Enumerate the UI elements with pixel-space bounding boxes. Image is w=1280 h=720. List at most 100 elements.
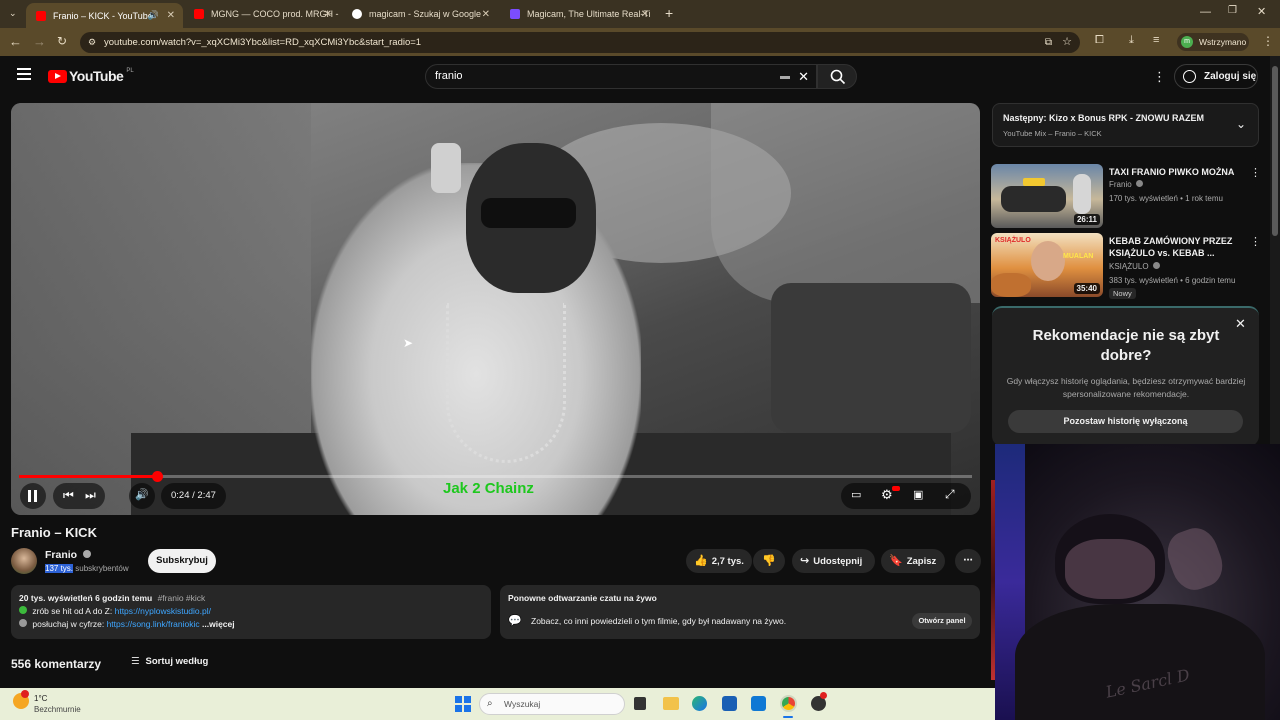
scrollbar-thumb[interactable] xyxy=(1272,66,1278,236)
clear-search-icon[interactable]: ✕ xyxy=(798,65,809,88)
subtitles-icon[interactable]: ▭ xyxy=(851,488,861,501)
task-view-icon[interactable] xyxy=(634,697,646,710)
site-info-icon[interactable]: ⚙ xyxy=(88,32,96,53)
recommendations-dialog: ✕ Rekomendacje nie są zbyt dobre? Gdy wł… xyxy=(992,306,1259,446)
profile-button[interactable]: m Wstrzymano xyxy=(1177,33,1249,51)
webcam-overlay: Le Sarcl D xyxy=(995,444,1280,720)
thumbs-down-icon: 👎 xyxy=(762,555,776,567)
like-button[interactable]: 👍 2,7 tys. xyxy=(686,549,752,573)
close-dialog-icon[interactable]: ✕ xyxy=(1235,316,1246,332)
window-close-icon[interactable]: ✕ xyxy=(1257,5,1266,18)
chevron-down-icon[interactable]: ⌄ xyxy=(1236,117,1246,131)
subscribe-button[interactable]: Subskrybuj xyxy=(148,549,216,573)
sign-in-button[interactable]: Zaloguj się xyxy=(1174,64,1258,89)
extensions-icon[interactable]: ⧠ xyxy=(1095,34,1104,47)
miniplayer-icon[interactable]: ▣ xyxy=(913,488,923,501)
channel-name[interactable]: Franio xyxy=(45,549,92,561)
taskbar-search[interactable]: ⌕ Wyszukaj xyxy=(479,693,625,715)
open-panel-button[interactable]: Otwórz panel xyxy=(912,613,972,629)
close-tab-icon[interactable]: ✕ xyxy=(324,9,332,20)
verified-icon xyxy=(1152,262,1160,269)
description-box[interactable]: 20 tys. wyświetleń 6 godzin temu #franio… xyxy=(11,585,491,639)
search-input[interactable]: franio ▬ ✕ xyxy=(425,64,817,89)
subscribe-label: Subskrybuj xyxy=(156,555,208,566)
new-badge: Nowy xyxy=(1109,288,1136,299)
progress-scrubber[interactable] xyxy=(152,471,163,482)
tab-magicam[interactable]: Magicam, The Ultimate Real-Ti ✕ xyxy=(500,2,657,26)
more-actions-button[interactable]: ⋯ xyxy=(955,549,981,573)
install-app-icon[interactable]: ⧉ xyxy=(1045,32,1052,53)
downloads-icon[interactable]: ⤓ xyxy=(1129,34,1134,47)
youtube-logo[interactable]: YouTube PL xyxy=(48,68,134,84)
show-more-link[interactable]: ...więcej xyxy=(202,619,235,629)
reload-icon[interactable]: ↻ xyxy=(57,34,67,48)
views-and-date: 20 tys. wyświetleń 6 godzin temu xyxy=(19,593,153,603)
outlook-icon[interactable] xyxy=(751,696,766,711)
fullscreen-icon[interactable]: ⤢ xyxy=(945,487,955,502)
video-title[interactable]: TAXI FRANIO PIWKO MOŻNA xyxy=(1109,166,1249,178)
chat-replay-title: Ponowne odtwarzanie czatu na żywo xyxy=(508,593,657,603)
recommended-video-2[interactable]: KSIĄŻULO MUALAN 35:40 KEBAB ZAMÓWIONY PR… xyxy=(991,233,1261,299)
search-button[interactable] xyxy=(817,64,857,89)
start-button[interactable] xyxy=(455,696,471,712)
tab-youtube-franio[interactable]: Franio – KICK - YouTube 🔊 ✕ xyxy=(26,3,183,28)
previous-button[interactable]: ⏮ ⏭ xyxy=(53,483,105,509)
bookmark-star-icon[interactable]: ☆ xyxy=(1062,32,1072,53)
close-tab-icon[interactable]: ✕ xyxy=(167,10,175,21)
reading-list-icon[interactable]: ≡ xyxy=(1153,34,1159,46)
dialog-title: Rekomendacje nie są zbyt dobre? xyxy=(1032,327,1220,364)
edge-icon[interactable] xyxy=(692,696,707,711)
maximize-icon[interactable]: ❐ xyxy=(1228,5,1237,16)
hamburger-menu-icon[interactable] xyxy=(17,68,31,80)
tab-search-icon[interactable]: ⌄ xyxy=(9,8,17,19)
recommended-video-1[interactable]: 26:11 TAXI FRANIO PIWKO MOŻNA Franio 170… xyxy=(991,164,1261,228)
tab-mgng[interactable]: MGNG — COCO prod. MRGH - ✕ xyxy=(184,2,340,26)
video-menu-icon[interactable]: ⋮ xyxy=(1250,235,1261,248)
back-icon[interactable]: ← xyxy=(9,34,22,49)
search-icon xyxy=(830,69,846,85)
save-button[interactable]: 🔖 Zapisz xyxy=(881,549,945,573)
chrome-taskbar-icon[interactable] xyxy=(780,695,797,712)
video-meta: 170 tys. wyświetleń • 1 rok temu xyxy=(1109,194,1223,203)
chrome-menu-icon[interactable]: ⋮ xyxy=(1262,34,1274,48)
up-next-panel[interactable]: Następny: Kizo x Bonus RPK - ZNOWU RAZEM… xyxy=(992,103,1259,147)
close-tab-icon[interactable]: ✕ xyxy=(641,9,649,20)
address-bar[interactable]: ⚙ youtube.com/watch?v=_xqXCMi3Ybc&list=R… xyxy=(80,32,1080,53)
comments-count: 556 komentarzy xyxy=(11,657,102,671)
video-title[interactable]: KEBAB ZAMÓWIONY PRZEZ KSIĄŻULO vs. KEBAB… xyxy=(1109,235,1249,259)
save-label: Zapisz xyxy=(906,556,937,567)
thumbs-up-icon: 👍 xyxy=(694,555,708,567)
forward-icon[interactable]: → xyxy=(33,34,46,49)
minimize-icon[interactable]: — xyxy=(1200,6,1211,18)
time-display: 0:24 / 2:47 xyxy=(161,483,226,509)
volume-icon: 🔊 xyxy=(135,489,149,501)
settings-gear-icon[interactable]: ⚙ xyxy=(881,487,893,503)
description-link-2[interactable]: https://song.link/franiokic xyxy=(107,619,200,629)
store-icon[interactable] xyxy=(722,696,737,711)
channel-text: KSIĄŻULO xyxy=(1109,262,1149,271)
next-icon[interactable]: ⏭ xyxy=(85,488,96,503)
new-tab-icon[interactable]: + xyxy=(665,5,673,21)
tab-google-magicam[interactable]: magicam - Szukaj w Google ✕ xyxy=(342,2,498,26)
video-thumbnail[interactable]: KSIĄŻULO MUALAN 35:40 xyxy=(991,233,1103,297)
volume-button[interactable]: 🔊 xyxy=(129,483,155,509)
logo-text: YouTube xyxy=(69,68,124,84)
keyboard-icon[interactable]: ▬ xyxy=(780,65,790,88)
thumb-text-1: KSIĄŻULO xyxy=(995,237,1031,244)
file-explorer-icon[interactable] xyxy=(663,697,679,710)
video-thumbnail[interactable]: 26:11 xyxy=(991,164,1103,228)
video-player[interactable]: ➤ Jak 2 Chainz ⏮ ⏭ 🔊 0:24 / 2:47 ▭ ⚙ ▣ ⤢ xyxy=(11,103,980,515)
channel-avatar[interactable] xyxy=(11,548,37,574)
share-button[interactable]: ↪ Udostępnij xyxy=(792,549,875,573)
pause-button[interactable] xyxy=(20,483,46,509)
keep-history-off-button[interactable]: Pozostaw historię wyłączoną xyxy=(1008,410,1243,433)
sort-comments-button[interactable]: ☰ Sortuj według xyxy=(131,656,208,667)
settings-menu-icon[interactable]: ⋮ xyxy=(1153,69,1166,85)
dislike-button[interactable]: 👎 xyxy=(753,549,785,573)
video-menu-icon[interactable]: ⋮ xyxy=(1250,166,1261,179)
subscriber-count: 137 tys. subskrybentów xyxy=(45,564,129,573)
more-horizontal-icon: ⋯ xyxy=(963,555,973,566)
progress-bar[interactable] xyxy=(19,471,972,482)
description-link-1[interactable]: https://nyplowskistudio.pl/ xyxy=(115,606,211,616)
close-tab-icon[interactable]: ✕ xyxy=(482,9,490,20)
